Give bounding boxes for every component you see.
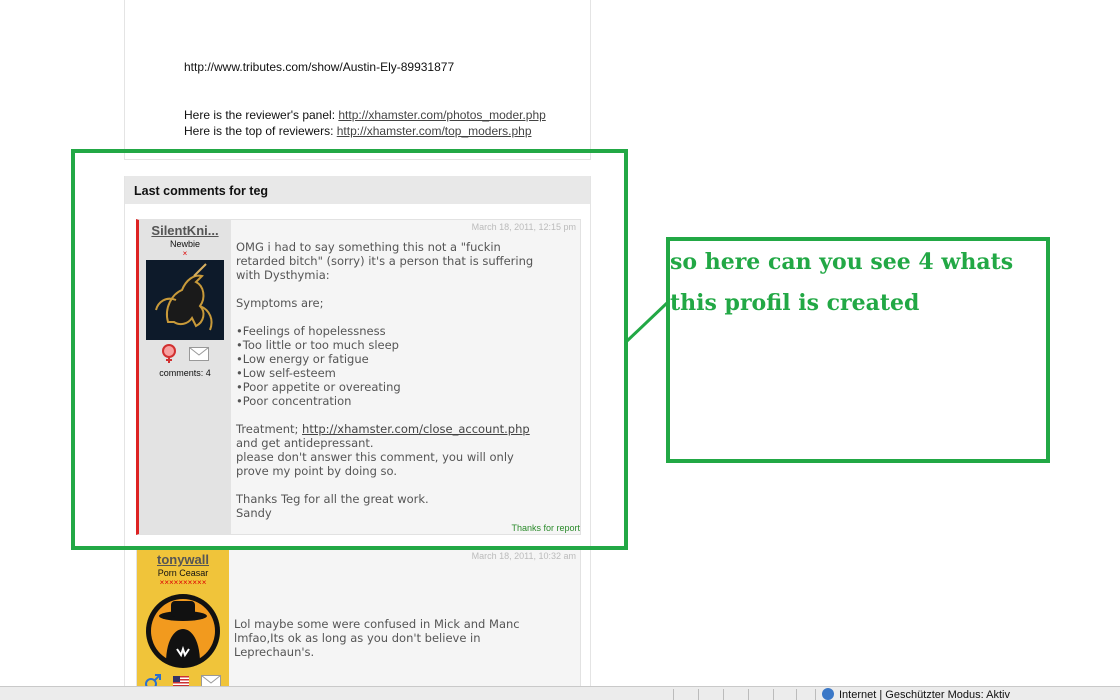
status-divider: [748, 689, 749, 700]
annotation-text: so here can you see 4 whats this profil …: [670, 242, 1040, 324]
status-divider: [723, 689, 724, 700]
status-divider: [796, 689, 797, 700]
browser-status-bar: Internet | Geschützter Modus: Aktiv: [0, 686, 1120, 700]
status-divider: [698, 689, 699, 700]
annotation-line: so here can you see 4 whats: [670, 249, 1014, 275]
globe-icon: [822, 688, 834, 700]
security-zone-indicator[interactable]: Internet | Geschützter Modus: Aktiv: [822, 688, 1010, 700]
annotation-line: this profil is created: [670, 290, 920, 316]
status-divider: [673, 689, 674, 700]
status-divider: [773, 689, 774, 700]
security-zone-text: Internet | Geschützter Modus: Aktiv: [839, 689, 1010, 700]
status-divider: [815, 689, 816, 700]
